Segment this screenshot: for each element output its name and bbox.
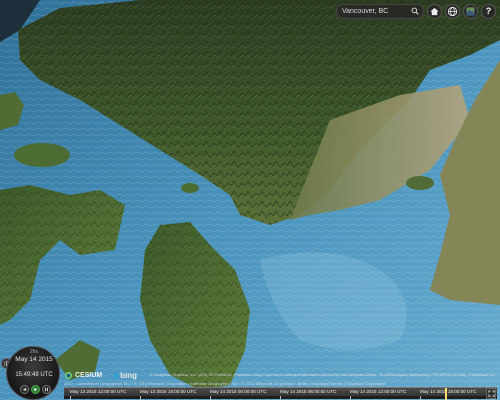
cesium-logo[interactable]: CESIUM <box>64 371 102 380</box>
terrain-view[interactable] <box>0 0 500 400</box>
home-button[interactable] <box>427 3 442 19</box>
pause-button[interactable] <box>42 385 51 394</box>
timeline-label: May 14 2015 06:00:00 UTC <box>280 389 337 394</box>
scene-mode-button[interactable] <box>445 3 460 19</box>
credits: CESIUM ▶bing © Analytical Graphics, Inc.… <box>64 371 498 387</box>
animation-widget: 2hx May 14 2015 15:49:49 UTC <box>1 346 61 400</box>
home-icon <box>430 7 439 15</box>
play-icon <box>34 387 38 392</box>
top-toolbar: ? <box>336 3 496 19</box>
timeline-tick <box>280 396 281 400</box>
rewind-button[interactable] <box>20 385 29 394</box>
timeline-tick <box>350 396 351 400</box>
fullscreen-icon <box>487 390 495 397</box>
timeline[interactable]: May 13 2015 12:00:00 UTC May 13 2015 18:0… <box>64 387 497 400</box>
timeline-tick <box>420 396 421 400</box>
globe-icon <box>447 6 458 16</box>
help-button[interactable]: ? <box>481 3 496 19</box>
timeline-label: May 14 2015 18:00:00 UTC <box>420 389 477 394</box>
timeline-label: May 13 2015 12:00:00 UTC <box>70 389 127 394</box>
timeline-tick <box>210 396 211 400</box>
credit-text-2: 2012 • Lantmäteriet Geographics SIO • © … <box>64 381 386 386</box>
timeline-label: May 13 2015 18:00:00 UTC <box>140 389 197 394</box>
cesium-icon <box>64 371 73 380</box>
geocoder[interactable] <box>336 3 424 19</box>
animation-controls <box>20 385 51 394</box>
geocoder-input[interactable] <box>342 7 411 15</box>
animation-date: May 14 2015 <box>15 356 53 363</box>
animation-time: 15:49:49 UTC <box>15 372 53 378</box>
fullscreen-button[interactable] <box>486 388 496 399</box>
bing-logo[interactable]: ▶bing <box>114 371 137 380</box>
timeline-label: May 14 2015 12:00:00 UTC <box>350 389 407 394</box>
base-layer-picker[interactable] <box>463 3 478 19</box>
timeline-tick <box>140 396 141 400</box>
cesium-label: CESIUM <box>75 372 103 379</box>
animation-dial[interactable]: 2hx May 14 2015 15:49:49 UTC <box>6 346 60 400</box>
timeline-tick <box>70 396 71 400</box>
pause-icon <box>45 387 48 392</box>
timeline-needle[interactable] <box>445 388 447 400</box>
search-icon[interactable] <box>411 7 419 15</box>
rewind-icon <box>22 387 27 392</box>
animation-speed: 2hx <box>29 349 39 355</box>
layers-icon <box>466 6 475 16</box>
credit-text-1: © Analytical Graphics, Inc. (AGI) SRTM/N… <box>150 372 495 377</box>
map-viewer[interactable]: ? 2hx May 14 2015 15:49:49 UTC <box>0 0 500 400</box>
bing-label: bing <box>120 371 138 380</box>
help-label: ? <box>485 6 492 16</box>
play-button[interactable] <box>31 385 40 394</box>
timeline-label: May 14 2015 00:00:00 UTC <box>210 389 267 394</box>
